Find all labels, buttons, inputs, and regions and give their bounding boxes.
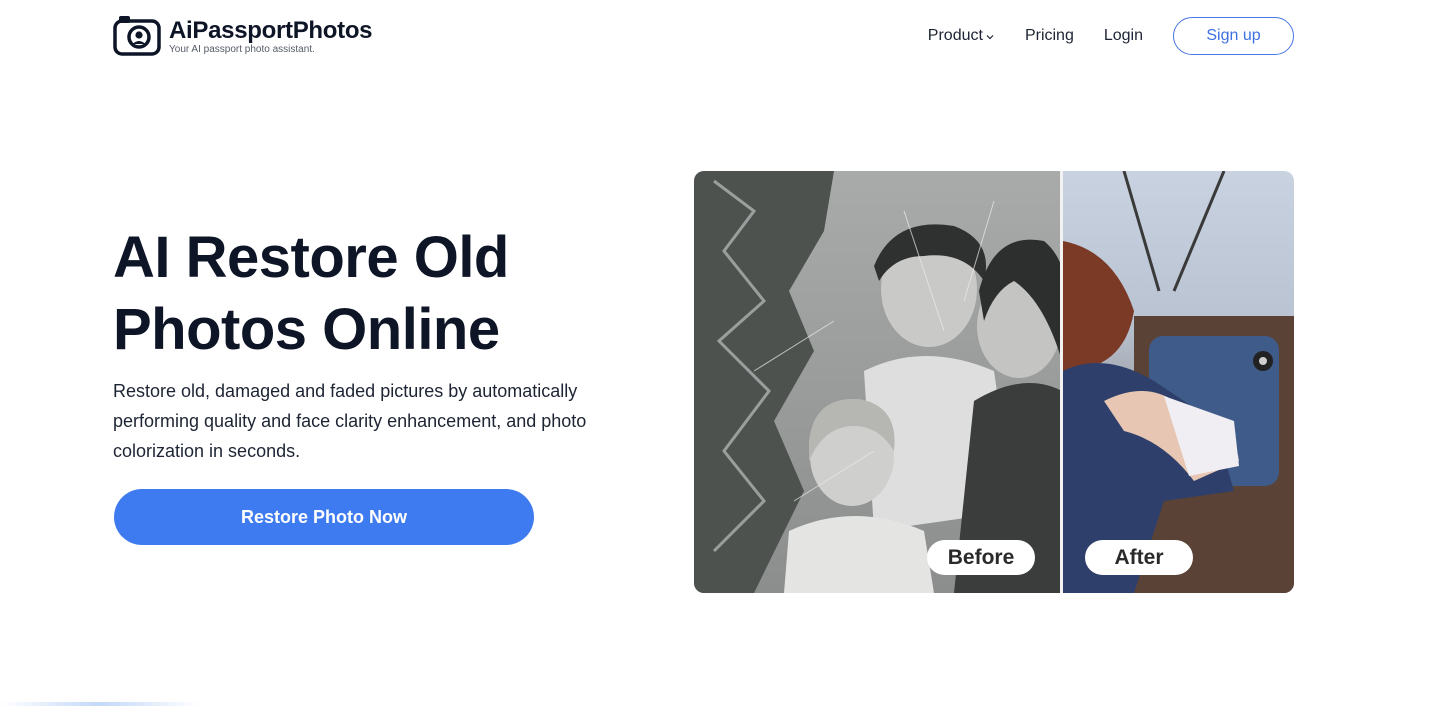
signup-button[interactable]: Sign up	[1173, 17, 1294, 55]
page: AiPassportPhotos Your AI passport photo …	[0, 0, 1443, 706]
nav-pricing[interactable]: Pricing	[1025, 27, 1074, 45]
decorative-glow	[0, 702, 200, 706]
site-header: AiPassportPhotos Your AI passport photo …	[0, 0, 1443, 74]
after-label: After	[1085, 540, 1193, 575]
main-nav: Product Pricing Login Sign up	[928, 17, 1294, 55]
hero-subtitle: Restore old, damaged and faded pictures …	[113, 381, 587, 461]
comparison-photo	[694, 171, 1294, 593]
restore-photo-button[interactable]: Restore Photo Now	[114, 489, 534, 545]
before-label: Before	[927, 540, 1035, 575]
camera-logo-icon	[113, 16, 161, 56]
brand-tagline: Your AI passport photo assistant.	[169, 44, 315, 55]
brand-logo[interactable]: AiPassportPhotos Your AI passport photo …	[113, 15, 373, 57]
hero-title: AI Restore Old Photos Online	[113, 222, 633, 366]
hero-title-line1: AI Restore Old	[113, 225, 509, 290]
brand-name: AiPassportPhotos	[169, 17, 373, 44]
hero-title-line2: Photos Online	[113, 297, 500, 362]
nav-product[interactable]: Product	[928, 27, 995, 45]
before-after-image[interactable]	[694, 171, 1294, 593]
chevron-down-icon	[986, 34, 994, 39]
nav-login[interactable]: Login	[1104, 27, 1143, 45]
nav-product-label: Product	[927, 27, 983, 44]
